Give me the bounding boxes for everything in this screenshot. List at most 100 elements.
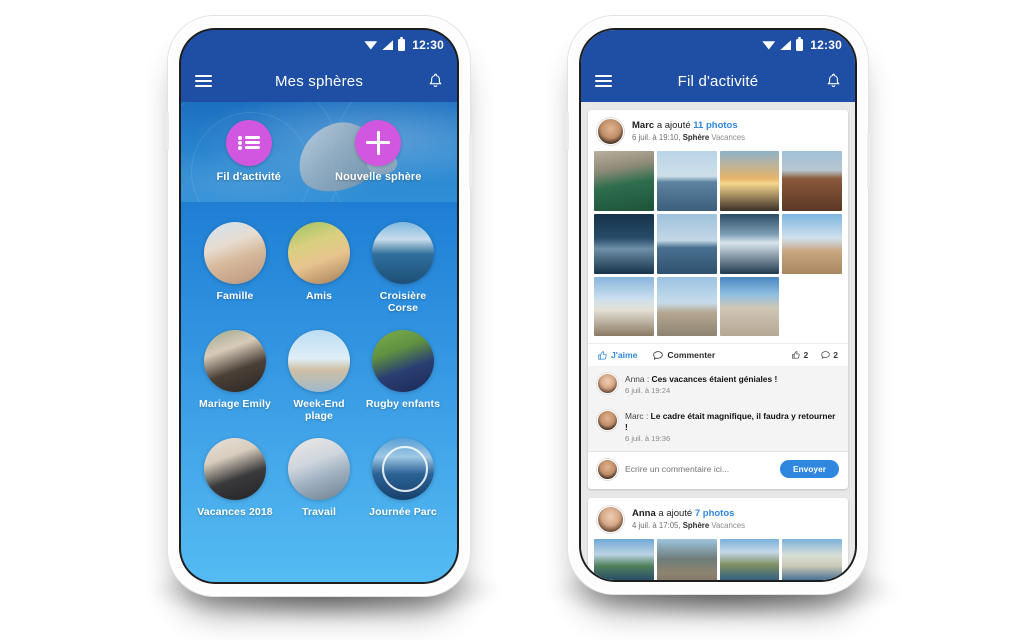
post-sphere-name[interactable]: Vacances	[711, 521, 745, 530]
post-photo[interactable]	[719, 151, 780, 211]
status-bar-left: 12:30	[181, 30, 457, 60]
post-photo[interactable]	[719, 213, 780, 274]
post-photo[interactable]	[656, 213, 717, 274]
post-sphere-label: Sphère	[682, 133, 712, 143]
comment-line: Marc : Le cadre était magnifique, il fau…	[625, 411, 839, 433]
post-photo-count[interactable]: 11 photos	[693, 120, 737, 131]
sphere-item[interactable]: Famille	[197, 222, 273, 314]
comment-count: 2	[833, 350, 838, 361]
comment-label: Commenter	[667, 350, 716, 361]
sphere-avatar	[372, 330, 434, 392]
post-photo-count[interactable]: 7 photos	[695, 508, 735, 519]
post-photo[interactable]	[594, 213, 654, 274]
sphere-item[interactable]: Croisière Corse	[365, 222, 441, 314]
avatar[interactable]	[597, 458, 618, 480]
comment-item: Marc : Le cadre était magnifique, il fau…	[588, 403, 848, 451]
plus-icon	[355, 119, 402, 166]
like-button[interactable]: J'aime	[598, 350, 637, 360]
sphere-label: Journée Parc	[369, 506, 437, 518]
hamburger-icon[interactable]	[195, 74, 212, 88]
app-bar-left: Mes sphères	[181, 60, 457, 102]
bell-icon[interactable]	[826, 73, 841, 89]
sphere-item[interactable]: Journée Parc	[365, 438, 441, 518]
signal-icon	[780, 40, 792, 50]
battery-icon	[398, 36, 406, 51]
avatar[interactable]	[597, 505, 624, 533]
comment-line: Anna : Ces vacances étaient géniales !	[625, 374, 777, 385]
comment-count-group[interactable]: 2	[821, 350, 838, 360]
sphere-label: Week-End plage	[293, 398, 345, 422]
spheres-panel: Famille Amis Croisière Corse Mariage Emily W…	[181, 202, 457, 582]
comment-button[interactable]: Commenter	[653, 350, 715, 360]
post-photo[interactable]	[594, 276, 654, 337]
hero-action-row: Fil d'activité Nouvelle sphère	[181, 102, 457, 202]
sphere-avatar	[204, 438, 266, 500]
post-photo[interactable]	[594, 538, 654, 580]
activity-feed[interactable]: Marc a ajouté 11 photos 6 juil. à 19:10, …	[581, 102, 855, 580]
app-bar-right: Fil d'activité	[581, 60, 855, 102]
wifi-icon	[364, 41, 378, 50]
feed-post-card: Marc a ajouté 11 photos 6 juil. à 19:10, …	[588, 110, 848, 489]
sphere-label: Travail	[302, 506, 336, 518]
sphere-item[interactable]: Rugby enfants	[365, 330, 441, 422]
post-photo-grid	[588, 538, 848, 580]
post-photo[interactable]	[656, 538, 717, 580]
comment-input[interactable]	[625, 464, 773, 475]
post-timestamp: 6 juil. à 19:10,	[632, 133, 683, 143]
comment-timestamp: 6 juil. à 19:24	[625, 386, 671, 396]
avatar[interactable]	[597, 410, 618, 432]
phone-device-right: 12:30 Fil d'activité Marc a ajouté 11 ph…	[566, 16, 870, 594]
post-photo[interactable]	[782, 538, 842, 580]
post-photo[interactable]	[656, 276, 717, 337]
hero-action-label: Nouvelle sphère	[335, 170, 422, 183]
speech-bubble-icon	[653, 351, 664, 360]
post-photo[interactable]	[719, 276, 780, 337]
post-author[interactable]: Marc	[632, 120, 654, 131]
sphere-item[interactable]: Amis	[281, 222, 357, 314]
sphere-item[interactable]: Travail	[281, 438, 357, 518]
post-sphere-label: Sphère	[682, 520, 712, 530]
post-timestamp: 4 juil. à 17:05,	[632, 520, 683, 530]
post-text: Anna a ajouté 7 photos 4 juil. à 17:05, S…	[632, 508, 745, 531]
post-title: Marc a ajouté 11 photos	[632, 120, 745, 132]
comment-author[interactable]: Anna	[625, 374, 645, 384]
avatar[interactable]	[597, 118, 624, 145]
sphere-avatar	[288, 438, 350, 500]
sphere-item[interactable]: Vacances 2018	[197, 438, 273, 518]
post-photo-grid	[588, 151, 848, 343]
post-action: a ajouté	[658, 507, 693, 519]
avatar[interactable]	[597, 373, 618, 395]
post-meta: 6 juil. à 19:10, Sphère Vacances	[632, 133, 745, 143]
post-meta: 4 juil. à 17:05, Sphère Vacances	[632, 521, 745, 531]
post-header: Anna a ajouté 7 photos 4 juil. à 17:05, S…	[588, 498, 848, 539]
sphere-grid: Famille Amis Croisière Corse Mariage Emily W…	[197, 222, 441, 518]
sphere-avatar	[372, 438, 434, 500]
bell-icon[interactable]	[428, 73, 443, 89]
status-bar-right: 12:30	[581, 30, 855, 60]
comment-author[interactable]: Marc	[625, 411, 644, 421]
hamburger-icon[interactable]	[595, 74, 612, 88]
post-photo[interactable]	[719, 538, 780, 580]
sphere-item[interactable]: Week-End plage	[281, 330, 357, 422]
like-count-group[interactable]: 2	[792, 350, 808, 360]
sphere-avatar	[288, 330, 350, 392]
sphere-item[interactable]: Mariage Emily	[197, 330, 273, 422]
post-photo[interactable]	[656, 151, 717, 211]
post-photo[interactable]	[782, 213, 842, 274]
thumbs-up-icon	[792, 351, 801, 359]
post-sphere-name[interactable]: Vacances	[711, 133, 745, 142]
hero-action-fil-activite[interactable]: Fil d'activité	[216, 119, 281, 183]
screen-mes-spheres: 12:30 Mes sphères Fil d'activité Nouvell…	[181, 30, 457, 582]
hero-action-nouvelle-sphere[interactable]: Nouvelle sphère	[335, 119, 422, 183]
post-photo[interactable]	[782, 151, 842, 211]
comment-separator: :	[643, 411, 651, 422]
post-author[interactable]: Anna	[632, 508, 656, 519]
hero-banner: Fil d'activité Nouvelle sphère	[181, 102, 457, 202]
mockup-stage: 12:30 Mes sphères Fil d'activité Nouvell…	[0, 0, 1024, 640]
comment-separator: :	[644, 374, 652, 385]
send-button[interactable]: Envoyer	[779, 460, 839, 479]
sphere-label: Mariage Emily	[199, 398, 271, 410]
speech-bubble-icon	[821, 351, 830, 360]
post-photo[interactable]	[594, 151, 654, 211]
wifi-icon	[762, 41, 776, 50]
